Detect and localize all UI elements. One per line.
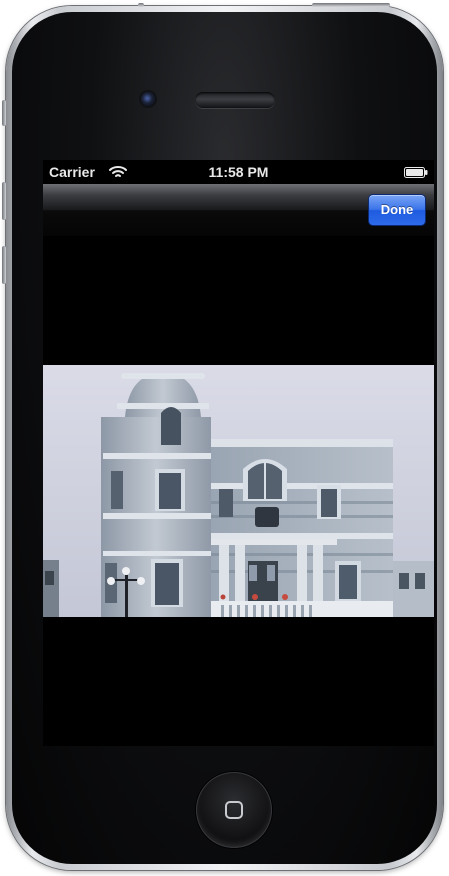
navigation-bar: Done xyxy=(43,184,434,237)
mute-switch xyxy=(2,100,6,126)
volume-down-button xyxy=(2,246,6,284)
top-edge-notch xyxy=(138,3,144,7)
status-bar: Carrier 11:58 PM xyxy=(43,160,434,184)
status-time: 11:58 PM xyxy=(208,164,269,180)
building-illustration xyxy=(43,365,434,617)
iphone-device-frame: Carrier 11:58 PM Done xyxy=(2,3,443,870)
home-button[interactable] xyxy=(196,772,272,848)
photo-viewer xyxy=(43,237,434,746)
front-camera xyxy=(141,92,155,106)
sleep-wake-button xyxy=(312,3,390,7)
building-photo xyxy=(43,365,434,617)
earpiece-speaker xyxy=(195,92,275,108)
volume-up-button xyxy=(2,182,6,220)
done-button[interactable]: Done xyxy=(368,194,426,226)
battery-icon xyxy=(404,167,428,178)
device-front: Carrier 11:58 PM Done xyxy=(12,12,437,864)
device-screen: Carrier 11:58 PM Done xyxy=(43,160,434,746)
home-button-icon xyxy=(225,801,243,819)
